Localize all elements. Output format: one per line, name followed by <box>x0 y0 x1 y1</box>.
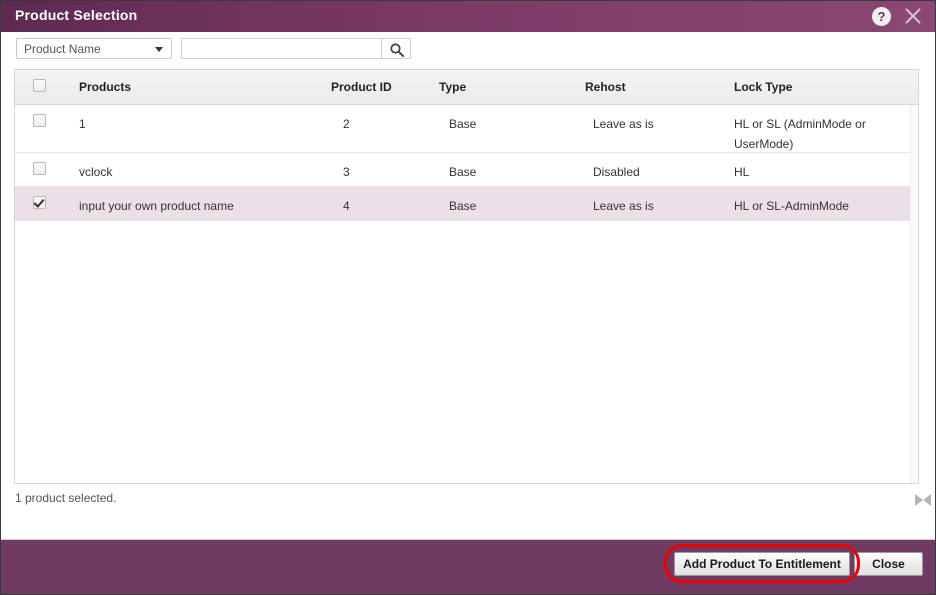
column-header-products[interactable]: Products <box>79 80 131 94</box>
vertical-scrollbar[interactable] <box>910 105 918 484</box>
magnifier-icon <box>389 42 405 58</box>
cell-type: Base <box>449 162 549 182</box>
table-row[interactable]: vclock 3 Base Disabled HL <box>15 153 918 187</box>
triangle-right-icon[interactable] <box>915 494 923 506</box>
column-header-type[interactable]: Type <box>439 80 466 94</box>
dialog-titlebar: Product Selection ? <box>1 1 936 33</box>
selection-status-text: 1 product selected. <box>15 491 116 505</box>
dialog-title: Product Selection <box>15 7 137 23</box>
cell-products: 1 <box>79 114 309 134</box>
select-all-checkbox-cell <box>33 79 46 97</box>
row-checkbox-cell <box>33 162 46 180</box>
cell-rehost: Disabled <box>593 162 713 182</box>
product-filter-select[interactable]: Product Name <box>16 38 172 59</box>
product-filter-selected-label: Product Name <box>24 42 101 56</box>
cell-products: vclock <box>79 162 309 182</box>
help-circle-icon[interactable]: ? <box>872 7 891 26</box>
cell-rehost: Leave as is <box>593 196 713 216</box>
products-table: Products Product ID Type Rehost Lock Typ… <box>14 69 919 484</box>
search-button[interactable] <box>381 38 411 59</box>
row-checkbox-cell <box>33 196 46 214</box>
search-toolbar: Product Name <box>1 32 936 65</box>
column-header-product-id[interactable]: Product ID <box>331 80 392 94</box>
product-selection-dialog: Product Selection ? Product Name Product… <box>0 0 936 595</box>
close-button[interactable]: Close <box>854 552 923 576</box>
cell-lock-type: HL or SL (AdminMode or UserMode) <box>734 114 884 154</box>
column-header-lock-type[interactable]: Lock Type <box>734 80 792 94</box>
column-header-rehost[interactable]: Rehost <box>585 80 626 94</box>
search-input[interactable] <box>181 38 381 59</box>
cell-lock-type: HL <box>734 162 884 182</box>
cell-product-id: 3 <box>343 162 423 182</box>
cell-lock-type: HL or SL-AdminMode <box>734 196 884 216</box>
row-checkbox[interactable] <box>33 162 46 175</box>
table-row[interactable]: input your own product name 4 Base Leave as… <box>15 187 918 221</box>
row-checkbox[interactable] <box>33 114 46 127</box>
cell-type: Base <box>449 114 549 134</box>
chevron-down-icon <box>155 47 163 52</box>
cell-product-id: 4 <box>343 196 423 216</box>
cell-product-id: 2 <box>343 114 423 134</box>
cell-products: input your own product name <box>79 196 309 216</box>
row-checkbox[interactable] <box>33 196 46 209</box>
triangle-left-icon[interactable] <box>923 494 931 506</box>
table-header-row: Products Product ID Type Rehost Lock Typ… <box>15 70 918 105</box>
cell-type: Base <box>449 196 549 216</box>
row-checkbox-cell <box>33 114 46 132</box>
close-x-icon[interactable] <box>901 3 925 29</box>
select-all-checkbox[interactable] <box>33 79 46 92</box>
status-row: 1 product selected. Page 1 of 1 <box>1 485 936 517</box>
table-row[interactable]: 1 2 Base Leave as is HL or SL (AdminMode or … <box>15 105 918 153</box>
cell-rehost: Leave as is <box>593 114 713 134</box>
table-body: 1 2 Base Leave as is HL or SL (AdminMode or … <box>15 105 918 221</box>
add-product-to-entitlement-button[interactable]: Add Product To Entitlement <box>674 552 850 576</box>
